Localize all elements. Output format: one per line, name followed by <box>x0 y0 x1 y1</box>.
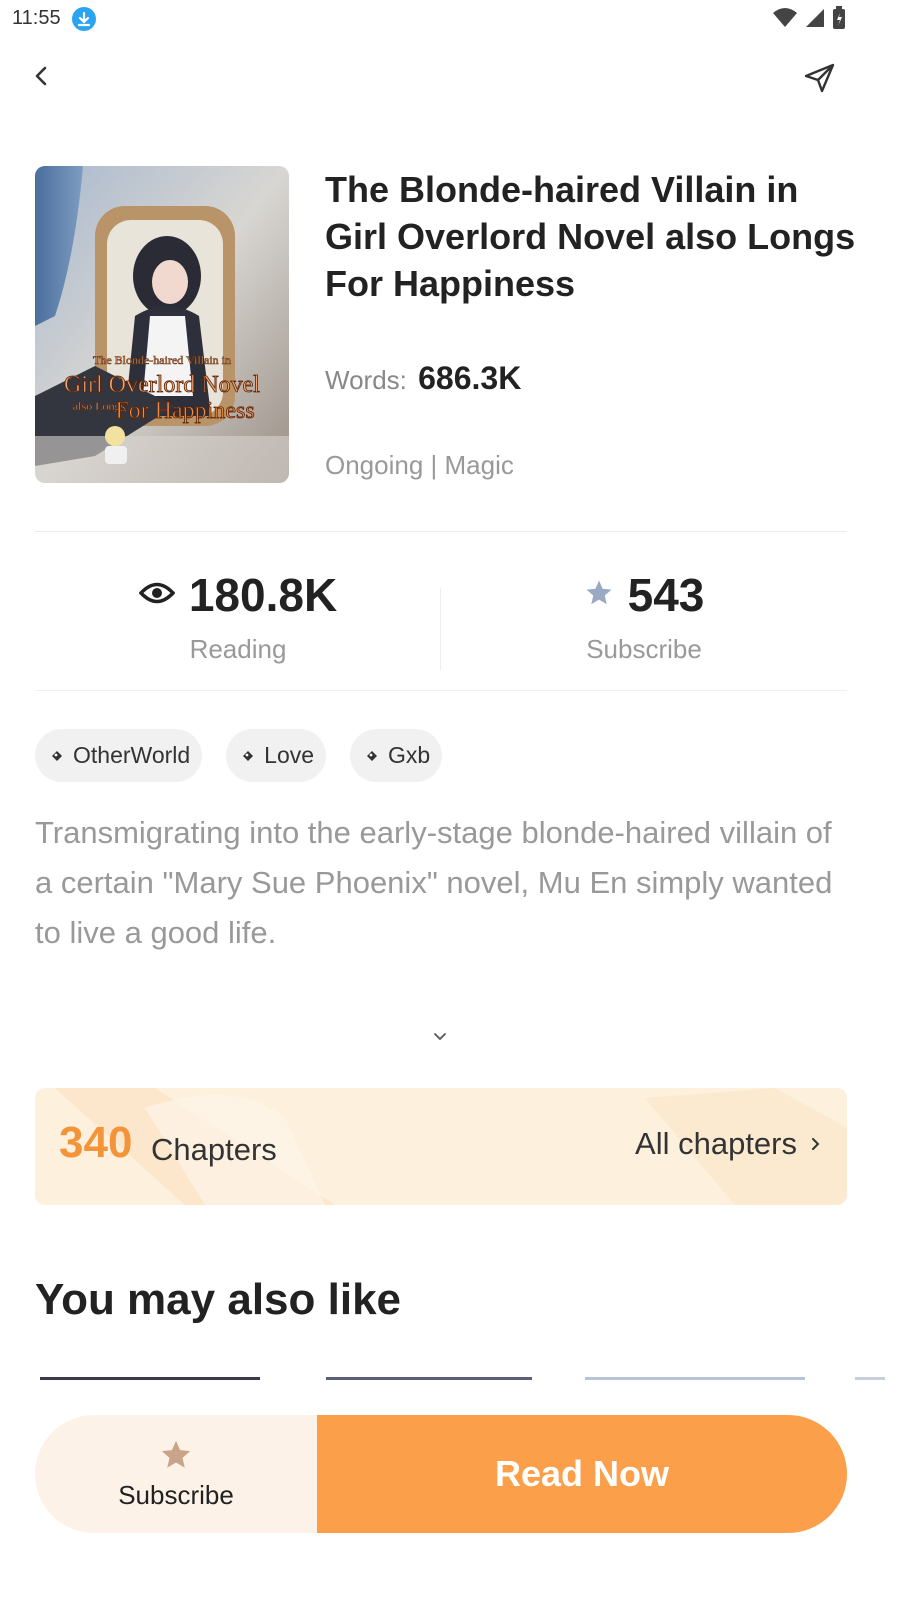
subscribe-button[interactable]: Subscribe <box>35 1415 317 1533</box>
chevron-right-icon <box>812 1138 820 1150</box>
star-icon <box>161 1440 191 1468</box>
cover-title-line1: The Blonde-haired Villain in <box>93 353 231 367</box>
all-chapters-link[interactable]: All chapters <box>635 1126 823 1162</box>
tag-icon <box>367 750 378 761</box>
share-button[interactable] <box>800 58 840 98</box>
expand-description-button[interactable] <box>428 1025 452 1049</box>
recommend-cover-peek <box>40 1377 260 1380</box>
status-time: 11:55 <box>12 7 61 29</box>
chevron-down-icon <box>434 1033 446 1041</box>
word-count: Words: 686.3K <box>325 360 521 397</box>
subscribe-label: Subscribe <box>586 634 702 664</box>
back-button[interactable] <box>26 58 66 98</box>
tag-gxb[interactable]: Gxb <box>350 729 443 782</box>
reading-label: Reading <box>189 634 287 664</box>
read-now-button[interactable]: Read Now <box>317 1415 847 1533</box>
battery-icon <box>832 6 846 35</box>
tag-icon <box>243 750 254 761</box>
signal-icon <box>804 7 826 34</box>
bottom-action-bar: Subscribe Read Now <box>35 1415 847 1533</box>
recommend-cover-peek <box>855 1377 885 1380</box>
tag-label: OtherWorld <box>73 742 191 768</box>
cover-title-line4: For Happiness <box>115 398 254 424</box>
book-cover[interactable]: The Blonde-haired Villain in Girl Overlo… <box>35 166 289 483</box>
star-icon <box>584 578 614 613</box>
recommend-title: You may also like <box>35 1275 402 1324</box>
download-icon <box>72 7 96 31</box>
tag-label: Love <box>264 742 315 768</box>
all-chapters-label: All chapters <box>635 1126 797 1161</box>
subscribe-count: 543 <box>627 569 705 621</box>
tag-otherworld[interactable]: OtherWorld <box>35 729 203 782</box>
chapters-card[interactable]: 340 Chapters All chapters <box>35 1088 847 1205</box>
book-status-genre: Ongoing | Magic <box>325 450 514 480</box>
status-bar: 11:55 <box>0 0 900 36</box>
word-count-label: Words: <box>325 365 407 395</box>
eye-icon <box>138 578 176 613</box>
status-icons <box>772 6 846 35</box>
chevron-left-icon <box>35 66 47 86</box>
wifi-icon <box>772 7 798 34</box>
book-description: Transmigrating into the early-stage blon… <box>35 815 833 950</box>
subscribe-button-label: Subscribe <box>118 1479 234 1510</box>
reading-count: 180.8K <box>188 569 338 621</box>
recommend-cover-peek <box>585 1377 805 1380</box>
tag-label: Gxb <box>388 742 431 768</box>
divider <box>35 531 847 532</box>
chapters-label: Chapters <box>151 1132 277 1167</box>
tag-list: OtherWorld Love Gxb <box>35 729 443 782</box>
word-count-value: 686.3K <box>418 360 522 396</box>
cover-title-line2: Girl Overlord Novel <box>64 372 260 398</box>
send-icon <box>804 63 835 93</box>
subscribe-stat: 543 Subscribe <box>441 560 847 665</box>
recommend-cover-peek <box>326 1377 532 1380</box>
tag-love[interactable]: Love <box>226 729 327 782</box>
reading-stat: 180.8K Reading <box>35 560 441 665</box>
divider <box>35 690 847 691</box>
book-title: The Blonde-haired Villain in Girl Overlo… <box>325 169 856 304</box>
chapters-count: 340 <box>59 1118 133 1167</box>
tag-icon <box>52 750 62 761</box>
